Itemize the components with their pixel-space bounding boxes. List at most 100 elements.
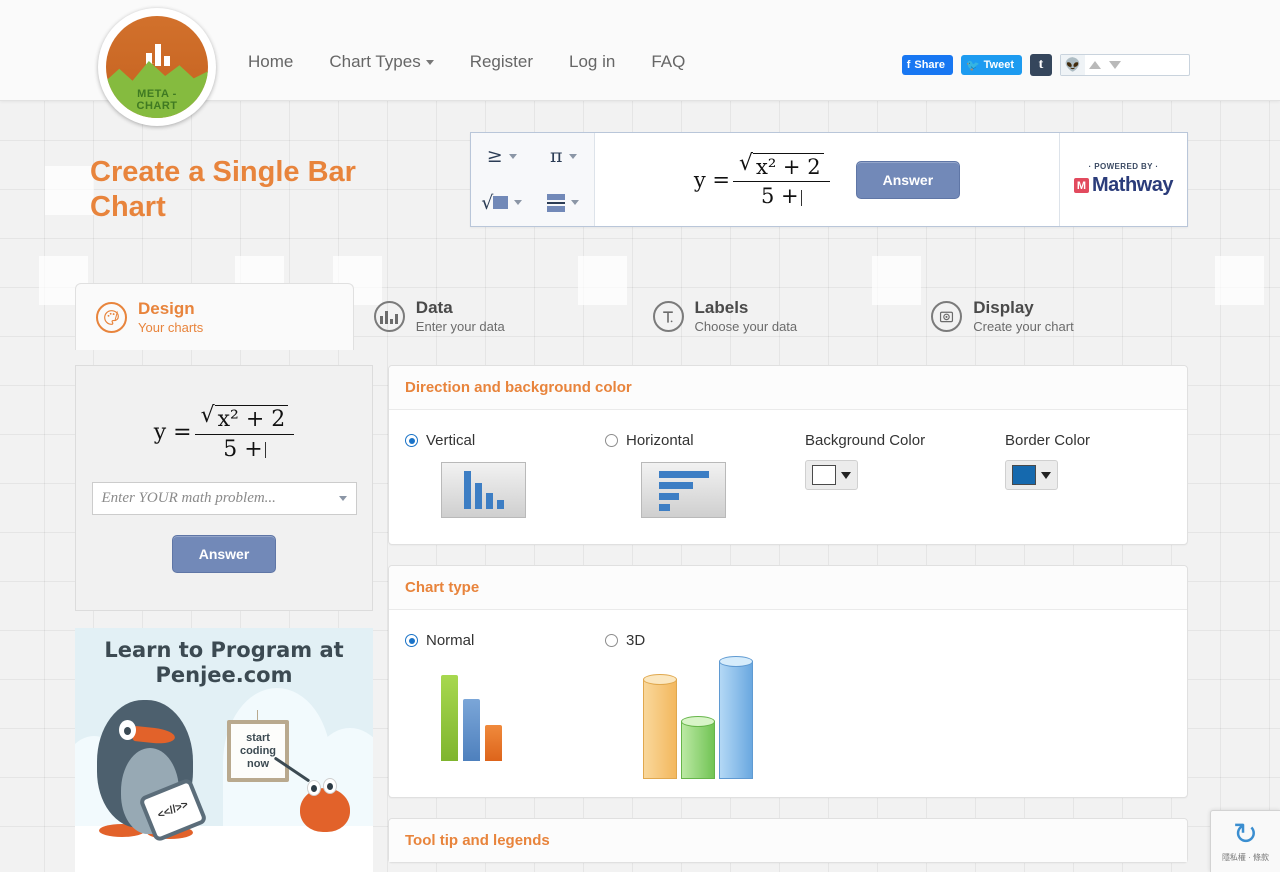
nav-item-faq[interactable]: FAQ xyxy=(651,52,685,72)
mathway-wordmark: Mathway xyxy=(1092,174,1173,196)
bg-blotch xyxy=(45,166,94,215)
logo-text: META - CHART xyxy=(106,88,208,112)
chevron-down-icon[interactable] xyxy=(568,153,577,159)
radio-vertical[interactable] xyxy=(405,434,418,447)
mathway-mark-icon: M xyxy=(1074,178,1090,193)
tab-subtitle: Your charts xyxy=(138,319,204,335)
tab-labels[interactable]: Labels Choose your data xyxy=(633,283,912,350)
background-color-control: Background Color xyxy=(805,432,1005,518)
penguin-pupil xyxy=(124,727,131,735)
horizontal-chart-thumbnail[interactable] xyxy=(641,462,726,518)
answer-button[interactable]: Answer xyxy=(855,160,961,199)
direction-panel-body: Vertical Horizontal Background Color Bor… xyxy=(389,410,1187,544)
border-color-picker[interactable] xyxy=(1005,460,1058,490)
palette-icon xyxy=(96,301,127,333)
page-title: Create a Single Bar Chart xyxy=(90,156,356,223)
tab-data[interactable]: Data Enter your data xyxy=(354,283,633,350)
nav-label: Home xyxy=(248,52,294,71)
radio-normal[interactable] xyxy=(405,634,418,647)
chart-type-panel-body: Normal 3D xyxy=(389,610,1187,797)
vertical-chart-thumbnail[interactable] xyxy=(441,462,526,518)
three-d-chart-thumbnail[interactable] xyxy=(641,656,781,779)
chevron-down-icon[interactable] xyxy=(571,200,580,206)
tab-title: Data xyxy=(415,298,453,317)
bar-chart-icon xyxy=(373,301,405,332)
pi-icon: π xyxy=(550,145,563,168)
mathway-tool-fraction[interactable] xyxy=(547,193,580,212)
tumblr-share-button[interactable]: t xyxy=(1030,54,1052,76)
facebook-share-button[interactable]: f Share xyxy=(901,55,953,75)
radio-3d-label: 3D xyxy=(626,632,646,649)
twitter-tweet-label: Tweet xyxy=(983,59,1014,71)
background-color-picker[interactable] xyxy=(805,460,858,490)
border-color-control: Border Color xyxy=(1005,432,1090,518)
chevron-down-icon[interactable] xyxy=(841,471,851,479)
math-problem-placeholder: Enter YOUR math problem... xyxy=(101,490,276,506)
formula-radicand: x² + 2 xyxy=(753,153,824,179)
mathway-tool-radical[interactable]: √ xyxy=(481,192,523,214)
radio-normal-label: Normal xyxy=(426,632,475,649)
mathway-brand: · POWERED BY · M Mathway xyxy=(1059,133,1187,226)
direction-option-vertical[interactable]: Vertical xyxy=(405,432,605,518)
tab-display[interactable]: Display Create your chart xyxy=(911,283,1190,350)
chart-type-panel-heading: Chart type xyxy=(389,566,1187,610)
wizard-tabs: Design Your charts Data Enter your data … xyxy=(75,283,1190,350)
twitter-tweet-button[interactable]: 🐦 Tweet xyxy=(960,55,1022,75)
radical-sign: √ xyxy=(738,151,753,176)
mathway-tool-pi[interactable]: π xyxy=(550,145,577,167)
background-color-label: Background Color xyxy=(805,432,926,449)
horizontal-bars-icon xyxy=(658,471,709,511)
recaptcha-icon: ↻ xyxy=(1232,818,1259,851)
mathway-equation-area[interactable]: y = √ x² + 2 5 + Answer xyxy=(595,133,1059,226)
logo-badge: META - CHART xyxy=(106,16,208,118)
tab-title: Labels xyxy=(694,298,749,317)
chevron-down-icon[interactable] xyxy=(338,496,347,501)
downvote-arrow-icon[interactable] xyxy=(1109,61,1121,69)
nav-item-register[interactable]: Register xyxy=(470,52,533,72)
chevron-down-icon[interactable] xyxy=(514,200,523,206)
upvote-arrow-icon[interactable] xyxy=(1089,61,1101,69)
math-formula: y = √ x² + 2 5 + xyxy=(694,151,830,208)
border-color-label: Border Color xyxy=(1005,432,1091,449)
ad-headline: Learn to Program at Penjee.com xyxy=(75,638,373,688)
chart-type-option-3d[interactable]: 3D xyxy=(605,632,781,779)
reddit-vote-widget[interactable]: 👽 xyxy=(1060,54,1190,76)
recaptcha-badge[interactable]: ↻ 隱私權 · 條款 xyxy=(1210,810,1280,872)
chevron-down-icon[interactable] xyxy=(1041,471,1051,479)
radio-vertical-label: Vertical xyxy=(426,432,476,449)
formula-radicand: x² + 2 xyxy=(214,405,289,432)
tab-subtitle: Enter your data xyxy=(415,319,505,334)
tooltip-legends-panel: Tool tip and legends xyxy=(388,818,1188,863)
radio-3d[interactable] xyxy=(605,634,618,647)
chevron-down-icon xyxy=(425,59,434,65)
coding-sign: start coding now xyxy=(227,720,289,782)
three-d-bar xyxy=(719,656,753,779)
formula-sqrt: √ x² + 2 xyxy=(201,405,289,432)
nav-item-chart-types[interactable]: Chart Types xyxy=(329,52,434,72)
direction-panel-heading: Direction and background color xyxy=(389,366,1187,410)
radio-horizontal[interactable] xyxy=(605,434,618,447)
tab-title: Display xyxy=(973,298,1034,317)
direction-option-horizontal[interactable]: Horizontal xyxy=(605,432,805,518)
formula-lhs: y = xyxy=(153,420,192,445)
left-sidebar: y = √ x² + 2 5 + Enter YOUR math problem… xyxy=(75,365,373,872)
nav-item-login[interactable]: Log in xyxy=(569,52,615,72)
ad-headline-line2: Penjee.com xyxy=(155,663,293,687)
recaptcha-label: 隱私權 · 條款 xyxy=(1221,853,1270,862)
mathway-tool-inequality[interactable]: ≥ xyxy=(487,145,517,167)
sidebar-answer-button[interactable]: Answer xyxy=(171,535,277,573)
chart-type-option-normal[interactable]: Normal xyxy=(405,632,605,779)
math-problem-input[interactable]: Enter YOUR math problem... xyxy=(91,482,357,515)
nav-label: Log in xyxy=(569,52,616,71)
chevron-down-icon[interactable] xyxy=(508,153,517,159)
square-root-icon: √ xyxy=(481,192,509,214)
site-logo[interactable]: META - CHART xyxy=(98,8,216,126)
penjee-ad-banner[interactable]: Learn to Program at Penjee.com <<//>> st… xyxy=(75,628,373,872)
direction-panel: Direction and background color Vertical xyxy=(388,365,1188,545)
math-formula-sidebar: y = √ x² + 2 5 + xyxy=(154,403,295,462)
tab-design[interactable]: Design Your charts xyxy=(75,283,354,350)
three-d-bar xyxy=(681,716,715,779)
formula-numerator: √ x² + 2 xyxy=(194,403,295,435)
normal-chart-thumbnail[interactable] xyxy=(441,663,605,761)
nav-item-home[interactable]: Home xyxy=(248,52,293,72)
